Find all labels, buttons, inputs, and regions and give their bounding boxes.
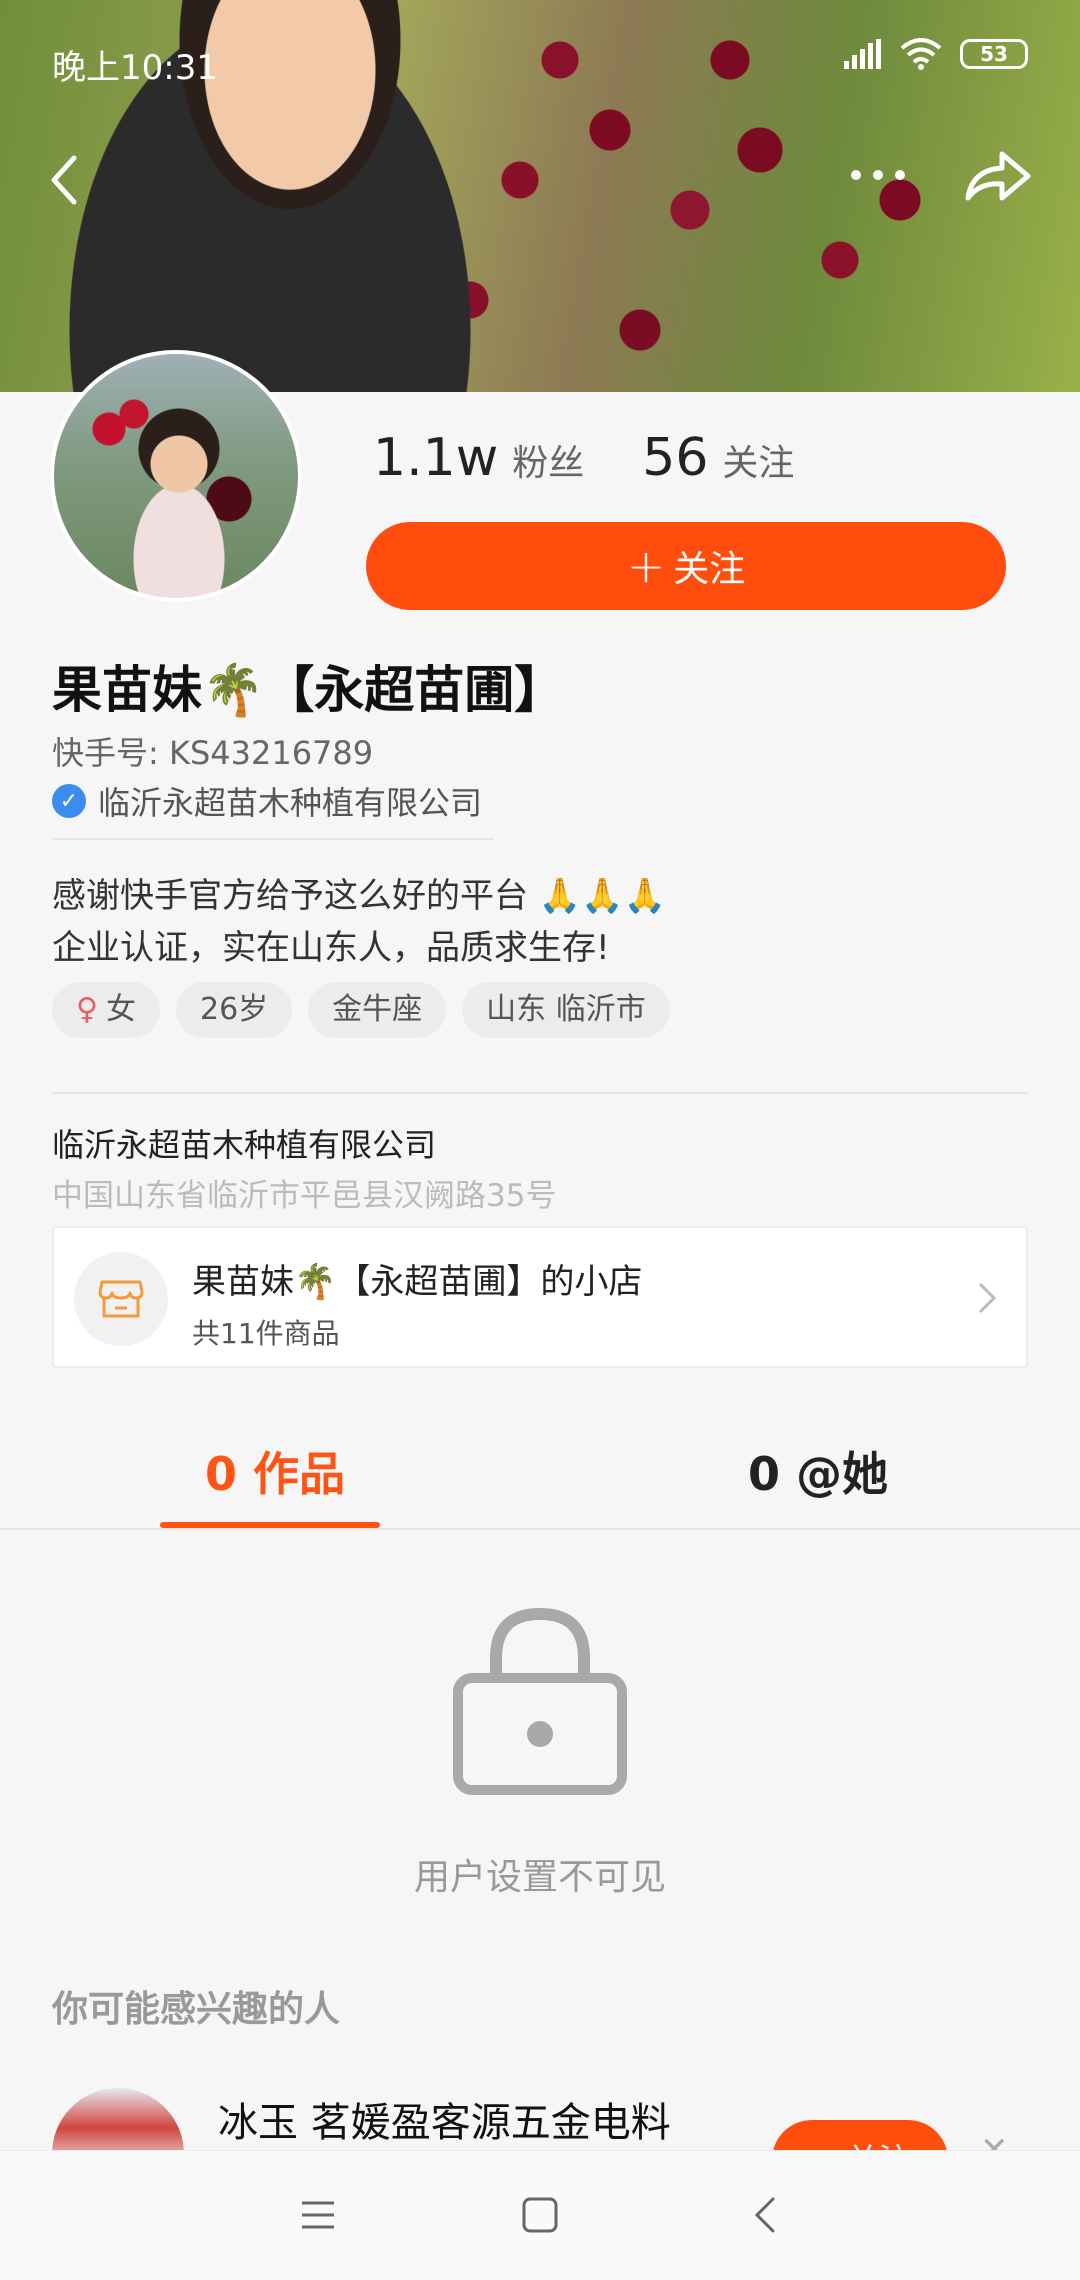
status-bar: 晚上10:31 53 bbox=[0, 0, 1080, 120]
follow-button-label: 关注 bbox=[673, 549, 746, 590]
shop-name: 果苗妹🌴【永超苗圃】的小店 bbox=[192, 1262, 643, 1302]
verified-company-label: 临沂永超苗木种植有限公司 bbox=[98, 784, 483, 822]
home-icon[interactable] bbox=[518, 2193, 562, 2237]
lock-icon bbox=[453, 1607, 627, 1795]
bio: 感谢快手官方给予这么好的平台 🙏🙏🙏 企业认证，实在山东人，品质求生存! bbox=[52, 870, 666, 974]
profile-name: 果苗妹🌴【永超苗圃】 bbox=[52, 661, 565, 719]
nav-back-icon[interactable] bbox=[745, 2193, 789, 2237]
shop-icon bbox=[74, 1252, 168, 1346]
status-icons: 53 bbox=[842, 38, 1028, 70]
female-icon: ♀ bbox=[76, 992, 98, 1027]
shop-card[interactable]: 果苗妹🌴【永超苗圃】的小店 共11件商品 bbox=[52, 1226, 1028, 1368]
content-hidden-message: 用户设置不可见 bbox=[413, 1857, 666, 1898]
wifi-icon bbox=[900, 38, 942, 70]
divider bbox=[52, 1092, 1028, 1094]
profile-tags: ♀ 女 26岁 金牛座 山东 临沂市 bbox=[52, 982, 670, 1038]
tag-gender: ♀ 女 bbox=[52, 982, 160, 1038]
plus-icon: + bbox=[626, 539, 666, 593]
verified-check-icon: ✓ bbox=[52, 784, 86, 818]
address-text: 中国山东省临沂市平邑县汉阙路35号 bbox=[52, 1178, 557, 1214]
tab-works[interactable]: 0 作品 bbox=[205, 1438, 345, 1504]
suggested-user-name[interactable]: 冰玉 茗媛盈客源五金电料 bbox=[218, 2090, 671, 2148]
tag-location: 山东 临沂市 bbox=[462, 982, 670, 1038]
avatar[interactable] bbox=[50, 350, 302, 602]
following-count[interactable]: 56 bbox=[642, 428, 708, 488]
bio-line: 感谢快手官方给予这么好的平台 🙏🙏🙏 bbox=[52, 876, 666, 916]
address-title: 临沂永超苗木种植有限公司 bbox=[52, 1126, 437, 1164]
share-icon[interactable] bbox=[962, 148, 1034, 208]
verified-company: ✓ 临沂永超苗木种植有限公司 bbox=[52, 778, 482, 824]
tag-gender-label: 女 bbox=[105, 992, 136, 1027]
tag-age: 26岁 bbox=[175, 982, 293, 1038]
fans-label[interactable]: 粉丝 bbox=[512, 434, 584, 486]
system-nav-bar bbox=[0, 2150, 1080, 2280]
fans-count[interactable]: 1.1w bbox=[373, 428, 498, 488]
bio-line: 企业认证，实在山东人，品质求生存! bbox=[52, 928, 610, 968]
menu-icon[interactable] bbox=[296, 2193, 340, 2237]
tag-zodiac: 金牛座 bbox=[308, 982, 447, 1038]
following-label[interactable]: 关注 bbox=[722, 434, 794, 486]
tab-mentions[interactable]: 0 @她 bbox=[748, 1438, 888, 1504]
follow-button[interactable]: + 关注 bbox=[366, 522, 1006, 610]
back-button[interactable] bbox=[40, 150, 90, 210]
tab-indicator bbox=[160, 1522, 380, 1528]
shop-count: 共11件商品 bbox=[192, 1317, 340, 1350]
stats: 1.1w 粉丝 56 关注 bbox=[373, 428, 794, 488]
battery-icon: 53 bbox=[960, 39, 1028, 69]
more-options-icon[interactable] bbox=[848, 160, 908, 190]
suggestions-title: 你可能感兴趣的人 bbox=[52, 1989, 341, 2030]
content-tabs: 0 作品 0 @她 bbox=[0, 1418, 1080, 1530]
divider bbox=[52, 838, 494, 840]
kuaishou-id: 快手号: KS43216789 bbox=[52, 734, 374, 772]
status-time: 晚上10:31 bbox=[52, 48, 218, 88]
signal-icon bbox=[844, 39, 881, 69]
chevron-right-icon bbox=[978, 1282, 997, 1314]
